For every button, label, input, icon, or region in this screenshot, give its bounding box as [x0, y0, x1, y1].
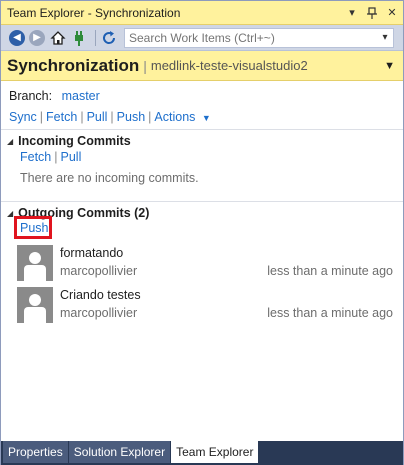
tab-team-explorer[interactable]: Team Explorer	[171, 441, 259, 463]
branch-label: Branch:	[9, 89, 53, 103]
toolbar-separator	[95, 29, 96, 46]
incoming-empty-message: There are no incoming commits.	[20, 171, 199, 185]
branch-row: Branch: master	[9, 89, 100, 103]
avatar	[17, 245, 53, 281]
incoming-pull-link[interactable]: Pull	[61, 150, 82, 164]
commit-message: Criando testes	[60, 288, 141, 302]
branch-link[interactable]: master	[62, 89, 100, 103]
commit-time: less than a minute ago	[267, 306, 393, 320]
back-icon[interactable]: ◀	[9, 29, 25, 46]
commit-author: marcopollivier	[60, 264, 138, 278]
commit-author: marcopollivier	[60, 306, 138, 320]
commit-item[interactable]: Criando testes marcopollivier less than …	[17, 287, 397, 323]
team-explorer-window: Team Explorer - Synchronization ▾ ✕ ◀ ▶ …	[0, 0, 404, 465]
avatar	[17, 287, 53, 323]
sync-actions-bar: Sync | Fetch | Pull | Push | Actions ▼	[9, 110, 211, 124]
tab-solution-explorer[interactable]: Solution Explorer	[68, 441, 171, 463]
collapse-triangle-icon[interactable]: ◢	[7, 137, 13, 146]
link-separator: |	[54, 150, 58, 164]
fetch-link[interactable]: Fetch	[46, 110, 77, 124]
search-work-items-box: ▾	[124, 27, 394, 48]
header-separator: |	[143, 57, 147, 74]
link-separator: |	[80, 110, 84, 124]
synchronization-content: Branch: master Sync | Fetch | Pull | Push | Acti…	[1, 81, 403, 441]
collapse-triangle-icon[interactable]: ◢	[7, 209, 13, 218]
push-highlight-box	[14, 216, 52, 239]
forward-icon[interactable]: ▶	[29, 29, 45, 46]
repository-name: medlink-teste-visualstudio2	[150, 58, 308, 73]
page-header: Synchronization | medlink-teste-visualst…	[1, 51, 403, 81]
close-icon[interactable]: ✕	[383, 4, 401, 22]
title-bar: Team Explorer - Synchronization ▾ ✕	[1, 1, 403, 25]
window-title: Team Explorer - Synchronization	[7, 5, 181, 20]
commit-time: less than a minute ago	[267, 264, 393, 278]
page-title[interactable]: Synchronization	[7, 56, 139, 76]
incoming-commits-header[interactable]: ◢ Incoming Commits	[7, 134, 131, 148]
page-menu-dropdown-icon[interactable]: ▼	[384, 60, 395, 72]
incoming-commits-title: Incoming Commits	[18, 134, 131, 148]
actions-dropdown-icon[interactable]: ▼	[202, 113, 211, 123]
section-divider	[1, 129, 403, 130]
connect-icon[interactable]	[70, 29, 88, 47]
link-separator: |	[110, 110, 114, 124]
pull-link[interactable]: Pull	[87, 110, 108, 124]
push-link[interactable]: Push	[117, 110, 146, 124]
commit-message: formatando	[60, 246, 124, 260]
incoming-links: Fetch | Pull	[20, 150, 81, 164]
window-position-dropdown-icon[interactable]: ▾	[343, 4, 361, 22]
toolbar: ◀ ▶ ▾	[1, 25, 403, 51]
search-dropdown-icon[interactable]: ▾	[377, 32, 393, 43]
commit-item[interactable]: formatando marcopollivier less than a mi…	[17, 245, 397, 281]
section-divider	[1, 201, 403, 202]
tool-window-tabs: Properties Solution Explorer Team Explor…	[1, 441, 403, 465]
search-work-items-input[interactable]	[125, 28, 377, 47]
tab-properties[interactable]: Properties	[3, 441, 68, 463]
pin-icon[interactable]	[363, 4, 381, 22]
actions-menu-link[interactable]: Actions	[154, 110, 195, 124]
sync-link[interactable]: Sync	[9, 110, 37, 124]
refresh-icon[interactable]	[100, 29, 118, 47]
link-separator: |	[148, 110, 152, 124]
link-separator: |	[39, 110, 44, 124]
incoming-fetch-link[interactable]: Fetch	[20, 150, 51, 164]
home-icon[interactable]	[49, 29, 67, 47]
